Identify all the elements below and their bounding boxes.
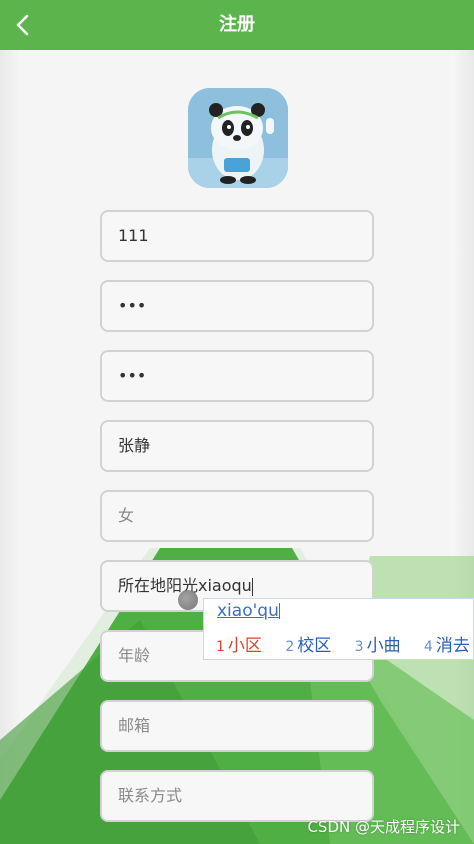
text-caret	[251, 577, 253, 596]
real-name-field[interactable]: 张静	[100, 420, 374, 472]
ime-candidate-text: 校区	[297, 636, 332, 656]
ime-candidate-3[interactable]: 3 小曲	[355, 631, 401, 656]
header-bar: 注册	[0, 0, 474, 50]
username-field[interactable]: 111	[100, 210, 374, 262]
ime-candidate-4[interactable]: 4 消去	[424, 631, 470, 656]
ime-candidate-number: 2	[285, 639, 295, 655]
ime-candidate-number: 4	[423, 639, 433, 655]
confirm-password-value: •••	[118, 366, 147, 385]
ime-candidate-2[interactable]: 2 校区	[285, 631, 331, 656]
gender-field[interactable]: 女	[100, 490, 374, 542]
ime-candidate-1[interactable]: 1 小区	[216, 631, 262, 656]
confirm-password-field[interactable]: •••	[100, 350, 374, 402]
ime-candidate-text: 消去	[435, 636, 470, 656]
password-field[interactable]: •••	[100, 280, 374, 332]
ime-candidate-text: 小曲	[366, 636, 401, 656]
ime-candidate-window: xiao'qu 1 小区 2 校区 3 小曲 4 消去	[203, 598, 474, 660]
username-value: 111	[118, 226, 149, 245]
ime-candidate-number: 1	[216, 639, 225, 655]
gender-placeholder: 女	[118, 506, 135, 525]
ime-caret	[278, 603, 280, 619]
ime-composition-text: xiao'qu	[217, 601, 279, 621]
contact-placeholder: 联系方式	[118, 786, 183, 805]
mouse-cursor	[178, 590, 198, 610]
avatar[interactable]	[188, 88, 288, 188]
watermark: CSDN @天成程序设计	[307, 818, 460, 836]
ime-candidate-text: 小区	[227, 636, 262, 656]
ime-composition: xiao'qu	[217, 601, 280, 621]
panda-mascot-icon	[188, 88, 288, 188]
contact-field[interactable]: 联系方式	[100, 770, 374, 822]
real-name-value: 张静	[118, 436, 151, 455]
page-title: 注册	[219, 14, 255, 35]
email-field[interactable]: 邮箱	[100, 700, 374, 752]
ime-candidate-list: 1 小区 2 校区 3 小曲 4 消去	[216, 631, 474, 656]
ime-candidate-number: 3	[354, 639, 364, 655]
password-value: •••	[118, 296, 147, 315]
age-placeholder: 年龄	[118, 646, 151, 665]
email-placeholder: 邮箱	[118, 716, 151, 735]
